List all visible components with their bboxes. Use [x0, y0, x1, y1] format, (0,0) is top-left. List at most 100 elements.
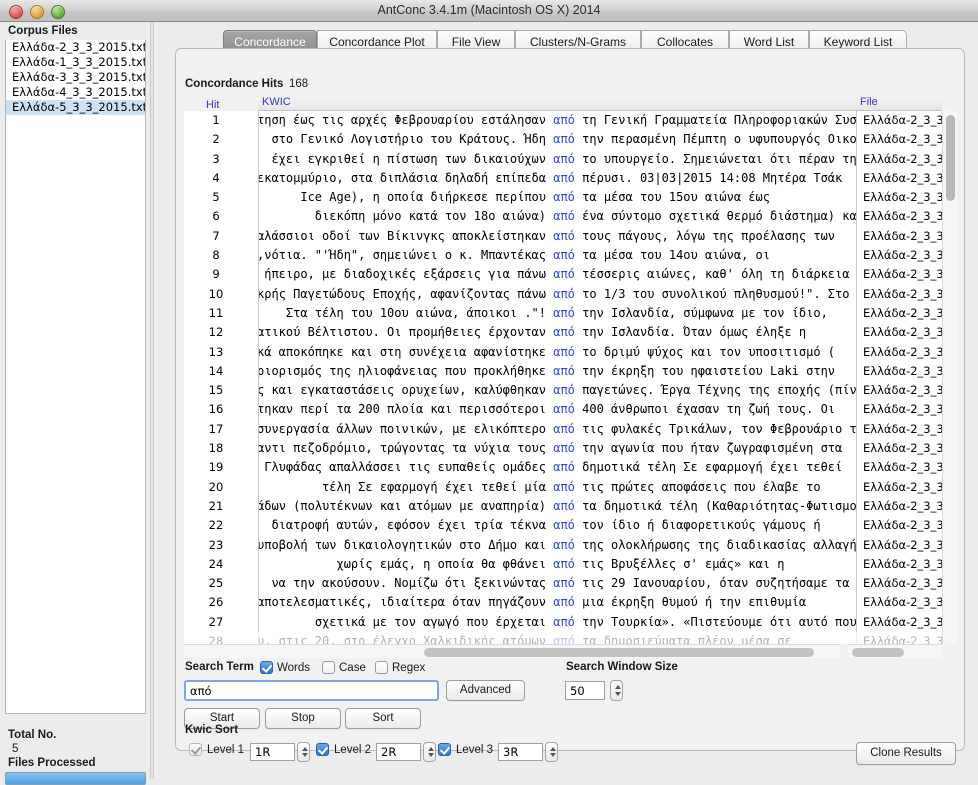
clone-results-button[interactable]: Clone Results — [856, 742, 956, 765]
cell-kwic[interactable]: κές και εγκαταστάσεις ορυχείων, καλύφθηκ… — [258, 381, 856, 401]
corpus-file-item[interactable]: Ελλάδα-3_3_3_2015.txt — [6, 70, 145, 85]
cell-kwic[interactable]: ς Γλυφάδας απαλλάσσει τις ευπαθείς ομάδε… — [258, 458, 856, 478]
table-row[interactable]: 26 αι αποτελεσματικές, ιδιαίτερα όταν πηγ… — [184, 593, 942, 613]
table-row[interactable]: 3 έχει εγκριθεί η πίστωση των δικαιούχων … — [184, 149, 942, 169]
kwic-right-context: μια έκρηξη θυμού ή την επιθυμία — [582, 595, 807, 610]
table-row[interactable]: 9 ήπειρο, με διαδοχικές εξάρσεις για πάνω… — [184, 265, 942, 285]
table-row[interactable]: 4 x εκατομμύριο, στα διπλάσια δηλαδή επίπ… — [184, 168, 942, 189]
concordance-vertical-scrollbar[interactable] — [942, 111, 957, 644]
table-row[interactable]: 28 ίου, στις 20, στο έλεγχο Χαλκιδικής ατ… — [184, 632, 942, 644]
corpus-file-item[interactable]: Ελλάδα-2_3_3_2015.txt — [6, 40, 145, 55]
sidebar-divider[interactable] — [150, 22, 154, 779]
kwic-sort-level-2-checkbox[interactable] — [316, 743, 329, 756]
table-row[interactable]: 23 υποβολή των δικαιολογητικών στο Δήμο κ… — [184, 535, 942, 555]
column-header-hit[interactable]: Hit — [206, 99, 219, 111]
cell-kwic[interactable]: χωρίς εμάς, η οποία θα φθάνει από τις Βρ… — [258, 554, 856, 575]
cell-kwic[interactable]: Κλιματικού Βέλτιστου. Οι προμήθειες έρχο… — [258, 323, 856, 343]
kwic-sort-level-3-stepper[interactable] — [545, 742, 558, 762]
table-row[interactable]: 15 κές και εγκαταστάσεις ορυχείων, καλύφθ… — [184, 381, 942, 401]
kwic-sort-level-1-checkbox[interactable] — [189, 743, 202, 756]
cell-kwic[interactable]: διατροφή αυτών, εφόσον έχει τρία τέκνα α… — [258, 516, 856, 536]
kwic-sort-level-1-input[interactable] — [250, 743, 295, 761]
column-header-kwic[interactable]: KWIC — [258, 95, 856, 111]
table-row[interactable]: 2 στο Γενικό Λογιστήριο του Κράτους. Ήδη … — [184, 130, 942, 150]
cell-kwic[interactable]: σχετικά με τον αγωγό που έρχεται από την… — [258, 612, 856, 633]
kwic-right-context: τα δημοσιεύματα πλέον μέσα σε — [582, 634, 792, 644]
search-input[interactable] — [184, 680, 439, 701]
regex-checkbox[interactable] — [375, 661, 388, 674]
column-header-file[interactable]: File — [856, 95, 942, 111]
table-row[interactable]: 7 ι θαλάσσιοι οδοί των Βίκινγκς αποκλείστ… — [184, 226, 942, 247]
cell-kwic[interactable]: έχει εγκριθεί η πίστωση των δικαιούχων α… — [258, 149, 856, 169]
cell-kwic[interactable]: ήπειρο, με διαδοχικές εξάρσεις για πάνω … — [258, 265, 856, 285]
table-row[interactable]: 5 Ice Age), η οποία διήρκεσε περίπου από … — [184, 188, 942, 208]
cell-kwic[interactable]: κρής Παγετώδους Εποχής, αφανίζοντας πάνω… — [258, 284, 856, 304]
cell-kwic[interactable]: τέλη Σε εφαρμογή έχει τεθεί μία από τις … — [258, 477, 856, 497]
corpus-file-item[interactable]: Ελλάδα-5_3_3_2015.txt — [6, 100, 145, 115]
table-row[interactable]: 24 χωρίς εμάς, η οποία θα φθάνει από τις … — [184, 554, 942, 575]
case-checkbox[interactable] — [322, 661, 335, 674]
cell-kwic[interactable]: χικά αποκόπηκε και στη συνέχεια αφανίστη… — [258, 342, 856, 362]
kwic-sort-level-1-stepper[interactable] — [297, 742, 310, 762]
kwic-left-context: Ice Age), η οποία διήρκεσε περίπου — [300, 190, 546, 205]
concordance-vertical-scroll-thumb[interactable] — [946, 115, 955, 201]
cell-file-name: Ελλάδα-2_3_3 — [856, 111, 942, 131]
cell-kwic[interactable]: ι θαλάσσιοι οδοί των Βίκινγκς αποκλείστη… — [258, 226, 856, 247]
search-window-size-stepper[interactable] — [610, 680, 623, 701]
kwic-sort-level-3-checkbox[interactable] — [438, 743, 451, 756]
cell-kwic[interactable]: (διεκόπη μόνο κατά τον 18ο αιώνα από ένα… — [258, 207, 856, 227]
cell-kwic[interactable]: αι αποτελεσματικές, ιδιαίτερα όταν πηγάζ… — [258, 593, 856, 613]
corpus-file-list[interactable]: Ελλάδα-2_3_3_2015.txt Ελλάδα-1_3_3_2015.t… — [5, 40, 146, 714]
table-row[interactable]: 25 να την ακούσουν. Νομίζω ότι ξεκινώντας… — [184, 574, 942, 594]
table-row[interactable]: 20 τέλη Σε εφαρμογή έχει τεθεί μία από τι… — [184, 477, 942, 497]
cell-kwic[interactable]: έναντι πεζοδρόμιο, τρώγοντας τα νύχια το… — [258, 439, 856, 459]
cell-kwic[interactable]: ίου, στις 20, στο έλεγχο Χαλκιδικής ατόμ… — [258, 632, 856, 644]
cell-kwic[interactable]: υποβολή των δικαιολογητικών στο Δήμο και… — [258, 535, 856, 555]
table-row[interactable]: 1 κίτηση έως τις αρχές Φεβρουαρίου εστάλη… — [184, 111, 942, 131]
table-row[interactable]: 19 ς Γλυφάδας απαλλάσσει τις ευπαθείς ομά… — [184, 458, 942, 478]
table-row[interactable]: 10 κρής Παγετώδους Εποχής, αφανίζοντας πά… — [184, 284, 942, 304]
cell-kwic[interactable]: Ice Age), η οποία διήρκεσε περίπου από τ… — [258, 188, 856, 208]
concordance-table[interactable]: 1 κίτηση έως τις αρχές Φεβρουαρίου εστάλη… — [184, 111, 942, 644]
table-row[interactable]: 11 !". Στα τέλη του 10ου αιώνα, άποικοι α… — [184, 303, 942, 324]
file-horizontal-scroll-thumb[interactable] — [852, 648, 904, 657]
kwic-sort-level-2-input[interactable] — [376, 743, 421, 761]
table-row[interactable]: 17 ν συνεργασία άλλων ποινικών, με ελικόπ… — [184, 419, 942, 440]
file-horizontal-scrollbar[interactable] — [848, 644, 942, 658]
cell-kwic[interactable]: κίτηση έως τις αρχές Φεβρουαρίου εστάλησ… — [258, 111, 856, 131]
table-row[interactable]: 6 (διεκόπη μόνο κατά τον 18ο αιώνα από έν… — [184, 207, 942, 227]
corpus-file-item[interactable]: Ελλάδα-1_3_3_2015.txt — [6, 55, 145, 70]
search-window-size-input[interactable] — [565, 681, 605, 700]
table-row[interactable]: 14 περιορισμός της ηλιοφάνειας που προκλή… — [184, 361, 942, 382]
table-row[interactable]: 13 χικά αποκόπηκε και στη συνέχεια αφανίσ… — [184, 342, 942, 362]
cell-kwic[interactable]: στο Γενικό Λογιστήριο του Κράτους. Ήδη α… — [258, 130, 856, 150]
cell-kwic[interactable]: να την ακούσουν. Νομίζω ότι ξεκινώντας α… — [258, 574, 856, 594]
table-row[interactable]: 22 διατροφή αυτών, εφόσον έχει τρία τέκνα… — [184, 516, 942, 536]
stop-button[interactable]: Stop — [265, 708, 341, 729]
cell-kwic[interactable]: x εκατομμύριο, στα διπλάσια δηλαδή επίπε… — [258, 168, 856, 189]
table-row[interactable]: 18 έναντι πεζοδρόμιο, τρώγοντας τα νύχια … — [184, 439, 942, 459]
kwic-horizontal-scrollbar[interactable] — [184, 644, 840, 658]
sort-button[interactable]: Sort — [345, 708, 421, 729]
cell-kwic[interactable]: !". Στα τέλη του 10ου αιώνα, άποικοι από… — [258, 303, 856, 324]
table-row[interactable]: 16 θίστηκαν περί τα 200 πλοία και περισσό… — [184, 400, 942, 420]
table-row[interactable]: 8 νότια. "'Ήδη", σημειώνει ο κ. Μπαντέκας… — [184, 246, 942, 266]
kwic-node-word: από — [553, 228, 575, 243]
kwic-sort-level-2-stepper[interactable] — [423, 742, 436, 762]
kwic-left-context: (διεκόπη μόνο κατά τον 18ο αιώνα — [314, 209, 546, 224]
table-row[interactable]: 21 άδων (πολυτέκνων και ατόμων με αναπηρί… — [184, 496, 942, 517]
kwic-sort-level-3-input[interactable] — [498, 743, 543, 761]
table-row[interactable]: 27 σχετικά με τον αγωγό που έρχεται από τ… — [184, 612, 942, 633]
kwic-horizontal-scroll-thumb[interactable] — [424, 648, 814, 657]
cell-file-name: Ελλάδα-2_3_3 — [856, 361, 942, 382]
table-row[interactable]: 12 Κλιματικού Βέλτιστου. Οι προμήθειες έρ… — [184, 323, 942, 343]
cell-kwic[interactable]: ν συνεργασία άλλων ποινικών, με ελικόπτε… — [258, 419, 856, 440]
advanced-button[interactable]: Advanced — [446, 680, 525, 701]
words-checkbox[interactable] — [260, 661, 273, 674]
cell-kwic[interactable]: νότια. "'Ήδη", σημειώνει ο κ. Μπαντέκας,… — [258, 246, 856, 266]
cell-kwic[interactable]: περιορισμός της ηλιοφάνειας που προκλήθη… — [258, 361, 856, 382]
corpus-file-item[interactable]: Ελλάδα-4_3_3_2015.txt — [6, 85, 145, 100]
cell-kwic[interactable]: άδων (πολυτέκνων και ατόμων με αναπηρία)… — [258, 496, 856, 517]
cell-kwic[interactable]: θίστηκαν περί τα 200 πλοία και περισσότε… — [258, 400, 856, 420]
kwic-node-word: από — [553, 595, 575, 610]
